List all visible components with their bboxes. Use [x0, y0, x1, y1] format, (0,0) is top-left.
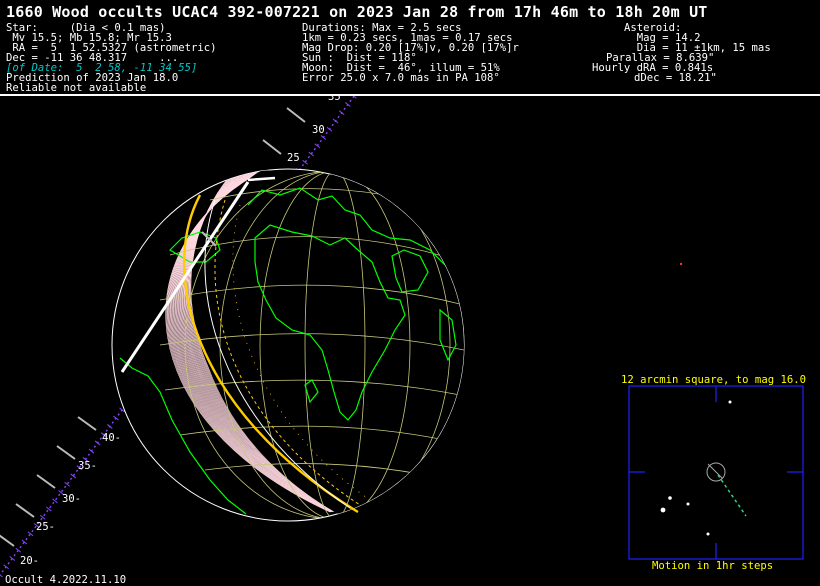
path-label-35-upper: 35 — [328, 91, 341, 103]
path-label-25: 25- — [36, 521, 55, 533]
path-label-35: 35- — [78, 460, 97, 472]
path-label-30: 30- — [62, 493, 81, 505]
finder-motion-caption: Motion in 1hr steps — [652, 560, 774, 572]
path-label-30-upper: 30 — [312, 124, 325, 136]
path-label-20: 20- — [20, 555, 39, 567]
software-version: Occult 4.2022.11.10 — [5, 574, 127, 586]
red-marker — [679, 262, 683, 266]
occultation-diagram: 35 30 25 40- 35- 30- 25- 20- — [0, 91, 804, 578]
finder-chart-title: 12 arcmin square, to mag 16.0 — [621, 374, 806, 386]
earth-globe — [111, 168, 465, 522]
path-label-40: 40- — [102, 432, 121, 444]
asteroid-motion-track — [717, 474, 747, 517]
path-label-25-upper: 25 — [287, 152, 300, 164]
finder-chart — [628, 385, 804, 560]
